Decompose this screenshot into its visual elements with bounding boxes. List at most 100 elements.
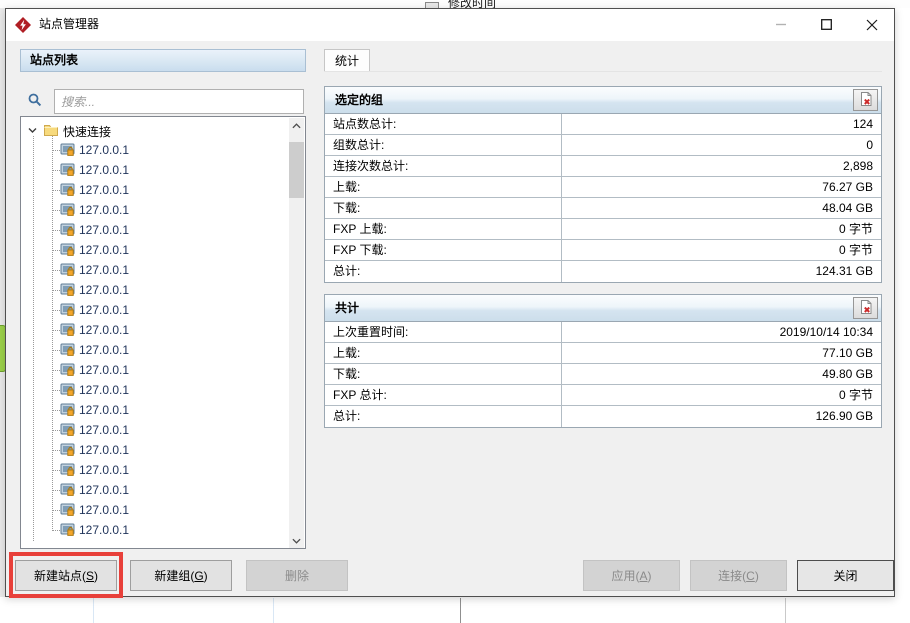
tree-scrollbar[interactable]: [289, 118, 304, 549]
tree-site-item[interactable]: 127.0.0.1: [21, 140, 291, 160]
minimize-button[interactable]: [759, 9, 804, 40]
site-label: 127.0.0.1: [79, 303, 129, 317]
site-lock-icon: [60, 202, 76, 218]
stats-row-value: 0: [562, 135, 881, 155]
stats-row-label: 组数总计:: [325, 135, 562, 155]
tree-site-item[interactable]: 127.0.0.1: [21, 480, 291, 500]
site-tree: 快速连接 127.0.0.1127.0.0.1127.0.0.1127.0.0.…: [20, 116, 306, 549]
site-label: 127.0.0.1: [79, 183, 129, 197]
stats-section-title: 选定的组: [335, 87, 383, 113]
stats-row-value: 2019/10/14 10:34: [562, 322, 881, 342]
stats-sections: 选定的组站点数总计:124组数总计:0连接次数总计:2,898上载:76.27 …: [324, 86, 882, 439]
stats-row: 上载:76.27 GB: [325, 177, 881, 198]
stats-section: 选定的组站点数总计:124组数总计:0连接次数总计:2,898上载:76.27 …: [324, 86, 882, 283]
stats-row: 连接次数总计:2,898: [325, 156, 881, 177]
site-label: 127.0.0.1: [79, 463, 129, 477]
site-label: 127.0.0.1: [79, 483, 129, 497]
stats-row: 组数总计:0: [325, 135, 881, 156]
stats-row: 总计:126.90 GB: [325, 406, 881, 427]
scroll-down-icon[interactable]: [289, 533, 304, 549]
site-lock-icon: [60, 362, 76, 378]
site-lock-icon: [60, 142, 76, 158]
site-lock-icon: [60, 162, 76, 178]
footer-buttons: 新建站点(S) 新建组(G) 删除 应用(A) 连接(C) 关闭: [6, 560, 896, 598]
site-lock-icon: [60, 342, 76, 358]
stats-section-header: 共计: [325, 295, 881, 322]
tree-site-item[interactable]: 127.0.0.1: [21, 440, 291, 460]
scroll-up-icon[interactable]: [289, 118, 304, 134]
stats-row-label: 连接次数总计:: [325, 156, 562, 176]
site-lock-icon: [60, 222, 76, 238]
background-app-bottom-sliver: [0, 598, 910, 623]
stats-row-value: 0 字节: [562, 219, 881, 239]
titlebar: 站点管理器: [6, 9, 894, 41]
search-input[interactable]: [54, 89, 304, 114]
stats-row-value: 124.31 GB: [562, 261, 881, 282]
tree-site-item[interactable]: 127.0.0.1: [21, 160, 291, 180]
stats-row: FXP 上载:0 字节: [325, 219, 881, 240]
stats-row: 下载:48.04 GB: [325, 198, 881, 219]
site-lock-icon: [60, 182, 76, 198]
tree-site-item[interactable]: 127.0.0.1: [21, 280, 291, 300]
stats-row-label: 站点数总计:: [325, 114, 562, 134]
site-label: 127.0.0.1: [79, 523, 129, 537]
screen: 修改时间 站点管理器: [0, 0, 910, 623]
site-label: 127.0.0.1: [79, 223, 129, 237]
stats-row-value: 76.27 GB: [562, 177, 881, 197]
tree-site-item[interactable]: 127.0.0.1: [21, 320, 291, 340]
site-lock-icon: [60, 302, 76, 318]
tree-site-item[interactable]: 127.0.0.1: [21, 380, 291, 400]
tree-site-item[interactable]: 127.0.0.1: [21, 200, 291, 220]
tree-site-item[interactable]: 127.0.0.1: [21, 500, 291, 520]
connect-button[interactable]: 连接(C): [690, 560, 787, 591]
site-lock-icon: [60, 242, 76, 258]
tree-site-item[interactable]: 127.0.0.1: [21, 340, 291, 360]
site-manager-dialog: 站点管理器 站点列表: [5, 8, 895, 597]
site-label: 127.0.0.1: [79, 363, 129, 377]
tree-site-item[interactable]: 127.0.0.1: [21, 260, 291, 280]
apply-button[interactable]: 应用(A): [583, 560, 680, 591]
tree-items: 127.0.0.1127.0.0.1127.0.0.1127.0.0.1127.…: [21, 140, 291, 540]
tree-site-item[interactable]: 127.0.0.1: [21, 240, 291, 260]
scrollbar-thumb[interactable]: [289, 142, 304, 198]
site-label: 127.0.0.1: [79, 143, 129, 157]
tree-site-item[interactable]: 127.0.0.1: [21, 180, 291, 200]
site-lock-icon: [60, 462, 76, 478]
chevron-down-icon[interactable]: [27, 125, 38, 136]
stats-row-label: FXP 上载:: [325, 219, 562, 239]
reset-stats-button[interactable]: [853, 297, 878, 319]
site-label: 127.0.0.1: [79, 383, 129, 397]
new-group-button[interactable]: 新建组(G): [130, 560, 232, 591]
tree-site-item[interactable]: 127.0.0.1: [21, 360, 291, 380]
site-lock-icon: [60, 322, 76, 338]
minimize-icon: [776, 19, 787, 30]
new-site-button[interactable]: 新建站点(S): [15, 560, 117, 591]
background-grid-line: [460, 598, 461, 623]
stats-row-value: 49.80 GB: [562, 364, 881, 384]
stats-row: FXP 总计:0 字节: [325, 385, 881, 406]
stats-row: 下载:49.80 GB: [325, 364, 881, 385]
site-label: 127.0.0.1: [79, 423, 129, 437]
site-label: 127.0.0.1: [79, 443, 129, 457]
close-button[interactable]: 关闭: [797, 560, 894, 591]
tree-site-item[interactable]: 127.0.0.1: [21, 420, 291, 440]
reset-stats-button[interactable]: [853, 89, 878, 111]
tab-statistics[interactable]: 统计: [324, 49, 370, 72]
tree-site-item[interactable]: 127.0.0.1: [21, 460, 291, 480]
stats-row: FXP 下载:0 字节: [325, 240, 881, 261]
tree-site-item[interactable]: 127.0.0.1: [21, 520, 291, 540]
close-button[interactable]: [849, 9, 894, 40]
stats-row-label: 上载:: [325, 343, 562, 363]
stats-row-value: 124: [562, 114, 881, 134]
tree-site-item[interactable]: 127.0.0.1: [21, 300, 291, 320]
tree-site-item[interactable]: 127.0.0.1: [21, 220, 291, 240]
tree-root-label: 快速连接: [63, 123, 111, 140]
tree-root-quick-connect[interactable]: 快速连接: [21, 120, 291, 140]
tab-baseline: [324, 71, 882, 72]
tree-site-item[interactable]: 127.0.0.1: [21, 400, 291, 420]
reset-stats-icon: [858, 91, 874, 110]
delete-button[interactable]: 删除: [246, 560, 348, 591]
site-lock-icon: [60, 482, 76, 498]
maximize-button[interactable]: [804, 9, 849, 40]
site-lock-icon: [60, 442, 76, 458]
